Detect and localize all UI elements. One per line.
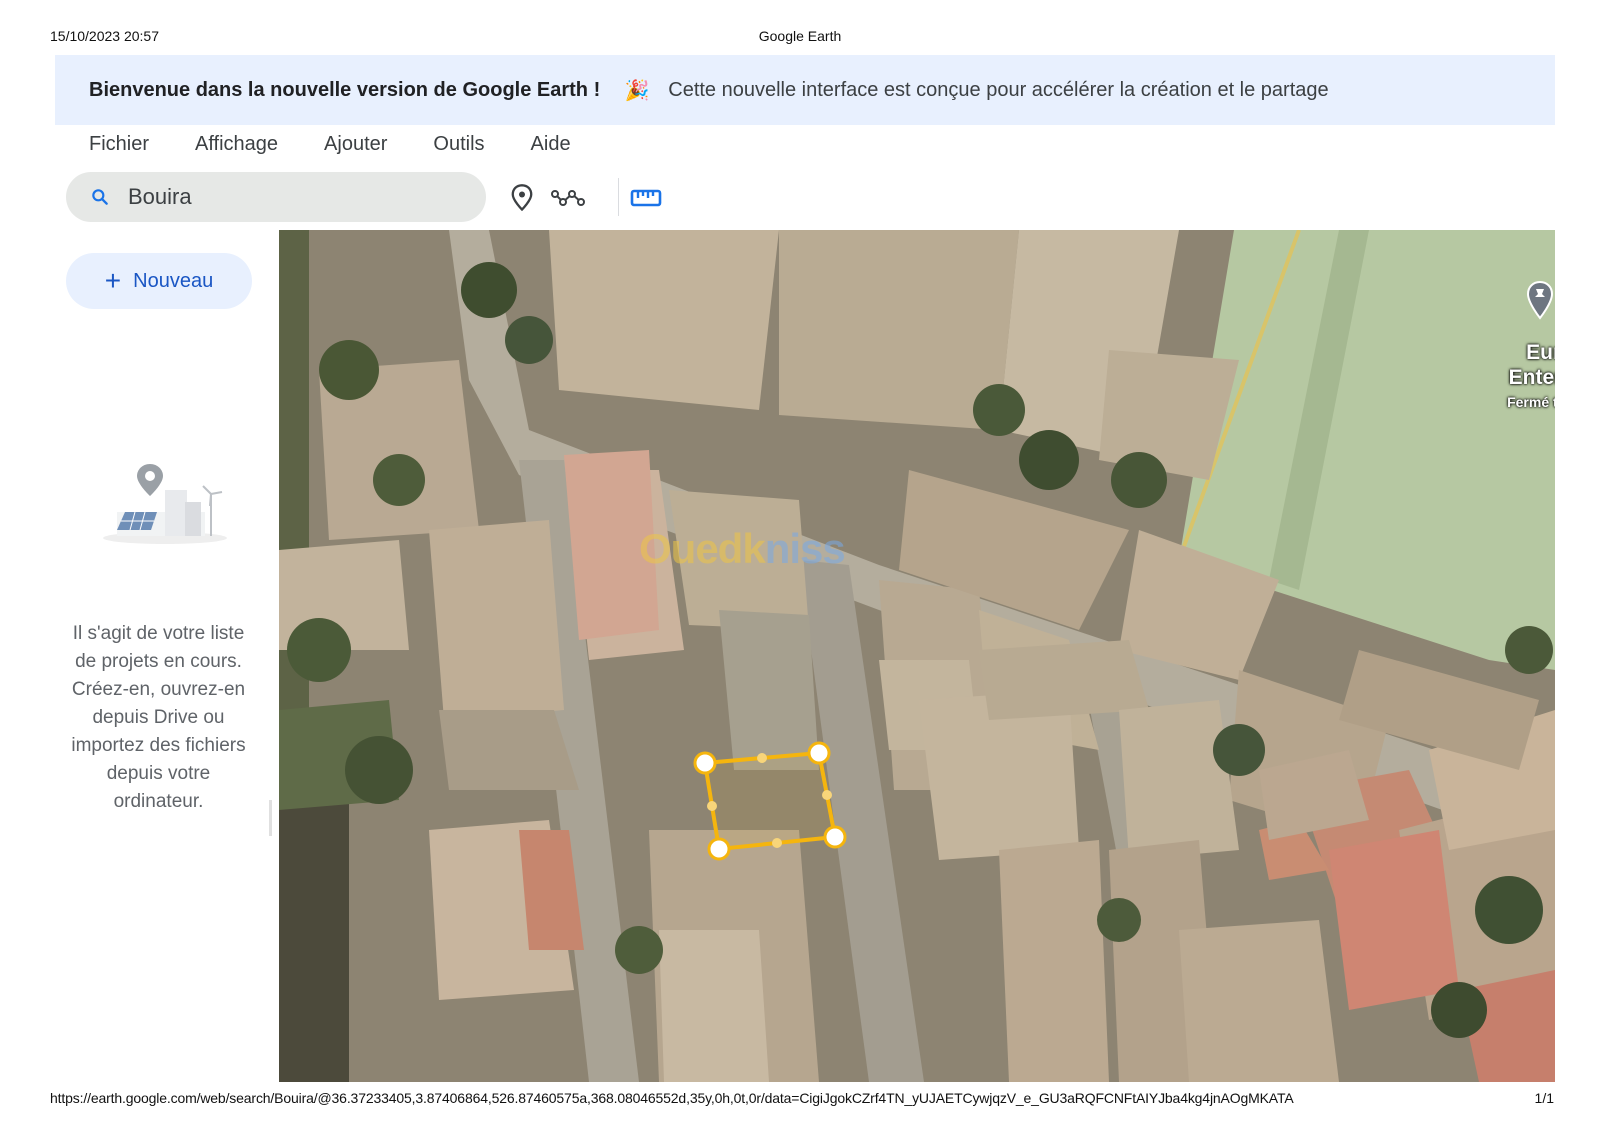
add-placemark-icon[interactable]	[504, 180, 540, 216]
banner-title: Bienvenue dans la nouvelle version de Go…	[89, 78, 601, 101]
search-box[interactable]	[66, 172, 486, 222]
place-name-line2: Entertair	[1508, 366, 1555, 389]
search-input[interactable]	[126, 183, 450, 211]
new-project-button[interactable]: + Nouveau	[66, 253, 252, 309]
print-page-number: 1/1	[1534, 1090, 1554, 1106]
watermark-logo: Ouedkniss	[639, 525, 846, 572]
menu-view[interactable]: Affichage	[195, 133, 278, 163]
place-pin-icon[interactable]	[1525, 280, 1555, 320]
toolbar-divider	[618, 178, 619, 216]
toolbar	[66, 172, 766, 224]
search-icon[interactable]	[88, 185, 112, 209]
sidebar-resize-handle[interactable]	[269, 800, 272, 836]
party-popper-icon: 🎉	[624, 79, 650, 102]
empty-projects-illustration	[95, 462, 235, 557]
print-header: 15/10/2023 20:57 Google Earth	[50, 28, 1550, 46]
plus-icon: +	[104, 265, 122, 296]
projects-sidebar: + Nouveau Il s'agit de votre liste de pr…	[55, 230, 279, 1082]
satellite-imagery	[279, 230, 1555, 1082]
print-page-title: Google Earth	[758, 28, 842, 44]
empty-projects-message: Il s'agit de votre liste de projets en c…	[71, 623, 246, 812]
print-url: https://earth.google.com/web/search/Boui…	[50, 1090, 1294, 1106]
drawn-area-polygon	[702, 750, 838, 852]
satellite-map-view[interactable]: Ouedkniss Eurl Gl Entertair Fermé tempo	[279, 230, 1555, 1082]
place-status: Fermé tempo	[1507, 394, 1555, 410]
print-footer: https://earth.google.com/web/search/Boui…	[50, 1090, 1554, 1108]
measure-ruler-icon[interactable]	[628, 180, 664, 216]
google-earth-app: Bienvenue dans la nouvelle version de Go…	[55, 55, 1555, 1082]
draw-path-icon[interactable]	[550, 180, 586, 216]
place-name-line1: Eurl Gl	[1526, 341, 1555, 364]
place-label[interactable]: Eurl Gl Entertair Fermé tempo	[1507, 340, 1555, 415]
menu-tools[interactable]: Outils	[433, 133, 484, 163]
menu-help[interactable]: Aide	[531, 133, 571, 163]
menu-add[interactable]: Ajouter	[324, 133, 387, 163]
menu-bar: Fichier Affichage Ajouter Outils Aide	[89, 133, 617, 163]
banner-message: Cette nouvelle interface est conçue pour…	[668, 78, 1329, 101]
welcome-banner: Bienvenue dans la nouvelle version de Go…	[55, 55, 1555, 125]
new-project-label: Nouveau	[133, 269, 214, 292]
menu-file[interactable]: Fichier	[89, 133, 149, 163]
